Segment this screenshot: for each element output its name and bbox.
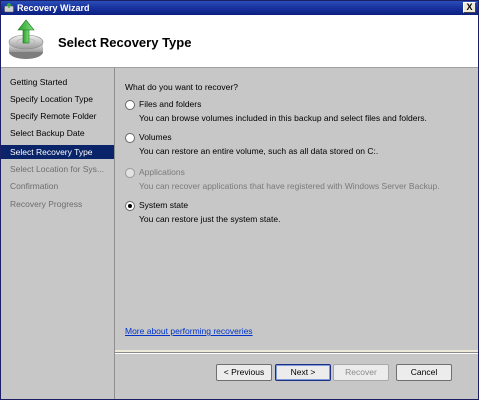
nav-step-select-location-for-system: Select Location for Sys... — [10, 164, 105, 174]
nav-step-recovery-progress: Recovery Progress — [10, 199, 83, 209]
radio-system-state[interactable] — [125, 201, 135, 211]
nav-step-confirmation: Confirmation — [10, 181, 59, 191]
nav-step-specify-location-type: Specify Location Type — [10, 94, 94, 104]
radio-volumes[interactable] — [125, 133, 135, 143]
page-title: Select Recovery Type — [58, 35, 192, 50]
option-label[interactable]: System state — [139, 200, 188, 210]
radio-applications — [125, 168, 135, 178]
recovery-type-panel: What do you want to recover? Files and f… — [115, 68, 478, 350]
close-icon: X — [466, 2, 473, 12]
more-about-recoveries-link[interactable]: More about performing recoveries — [125, 326, 253, 336]
recovery-wizard-window: Recovery Wizard X Select Recovery Type G… — [0, 0, 479, 400]
previous-button[interactable]: < Previous — [216, 364, 272, 381]
recover-button: Recover — [333, 364, 389, 381]
wizard-button-bar: < Previous Next > Recover Cancel — [115, 354, 478, 399]
nav-step-getting-started: Getting Started — [10, 77, 68, 87]
nav-step-select-recovery-type: Select Recovery Type — [1, 145, 114, 159]
option-label[interactable]: Volumes — [139, 132, 172, 142]
backup-disk-green-arrow-icon — [8, 19, 44, 59]
window-title: Recovery Wizard — [17, 3, 90, 13]
option-description: You can restore an entire volume, such a… — [139, 146, 379, 156]
option-description: You can restore just the system state. — [139, 214, 281, 224]
nav-step-specify-remote-folder: Specify Remote Folder — [10, 111, 97, 121]
option-label[interactable]: Files and folders — [139, 99, 201, 109]
option-label: Applications — [139, 167, 185, 177]
next-button[interactable]: Next > — [275, 364, 331, 381]
wizard-app-icon — [4, 3, 14, 13]
wizard-header: Select Recovery Type — [1, 15, 478, 68]
nav-step-select-backup-date: Select Backup Date — [10, 128, 85, 138]
option-description: You can recover applications that have r… — [139, 181, 440, 191]
wizard-steps-pane: Getting Started Specify Location Type Sp… — [1, 68, 115, 399]
close-button[interactable]: X — [463, 2, 476, 13]
cancel-button[interactable]: Cancel — [396, 364, 452, 381]
radio-files-and-folders[interactable] — [125, 100, 135, 110]
question-label: What do you want to recover? — [125, 82, 238, 92]
option-description: You can browse volumes included in this … — [139, 113, 427, 123]
title-bar[interactable]: Recovery Wizard X — [1, 1, 478, 15]
